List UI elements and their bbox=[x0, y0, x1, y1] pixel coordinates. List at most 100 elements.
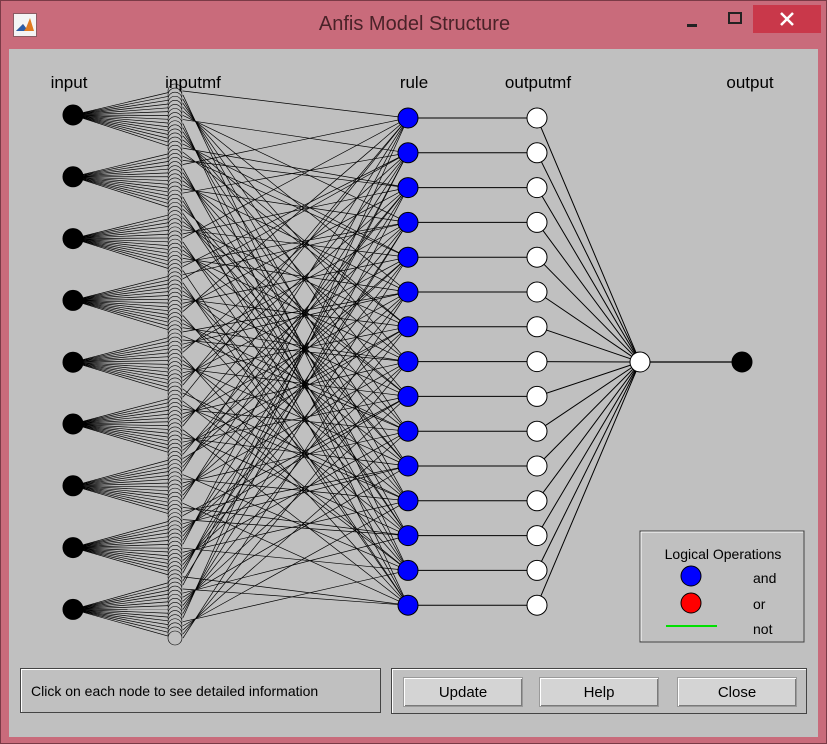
legend-or-marker bbox=[680, 592, 702, 614]
edge-mf-rule bbox=[182, 180, 409, 362]
edge-mf-rule bbox=[182, 117, 409, 471]
outputmf-node[interactable] bbox=[526, 385, 548, 407]
rule-node[interactable] bbox=[397, 351, 419, 373]
rule-node[interactable] bbox=[397, 177, 419, 199]
rule-node[interactable] bbox=[397, 385, 419, 407]
input-node[interactable] bbox=[62, 598, 84, 620]
edge-mf-rule bbox=[182, 326, 409, 533]
title-bar[interactable]: Anfis Model Structure bbox=[1, 1, 827, 49]
input-node[interactable] bbox=[62, 475, 84, 497]
edge-mf-rule bbox=[182, 256, 409, 304]
edge-input-mf bbox=[72, 278, 176, 301]
input-node[interactable] bbox=[62, 351, 84, 373]
client-area: input inputmf rule outputmf output Logic… bbox=[9, 49, 818, 737]
edge-mf-rule bbox=[182, 570, 409, 623]
edge-input-mf bbox=[72, 286, 176, 301]
rule-node[interactable] bbox=[397, 594, 419, 616]
edge-mf-rule bbox=[182, 326, 409, 374]
edge-mf-rule bbox=[182, 222, 409, 569]
rule-node[interactable] bbox=[397, 281, 419, 303]
input-node[interactable] bbox=[62, 289, 84, 311]
rule-node[interactable] bbox=[397, 316, 419, 338]
input-node[interactable] bbox=[62, 104, 84, 126]
edge-input-mf bbox=[72, 160, 176, 178]
legend-or-label: or bbox=[753, 596, 766, 612]
edge-input-mf bbox=[72, 347, 176, 363]
layer-label-input: input bbox=[51, 73, 88, 92]
edge-mf-rule bbox=[182, 115, 409, 223]
minimize-button[interactable] bbox=[671, 5, 711, 33]
input-node[interactable] bbox=[62, 166, 84, 188]
rule-node[interactable] bbox=[397, 559, 419, 581]
help-button[interactable]: Help bbox=[539, 677, 659, 707]
edge-input-mf bbox=[72, 423, 176, 439]
edge-input-mf bbox=[72, 114, 176, 149]
edge-input-mf bbox=[72, 300, 176, 329]
outputmf-node[interactable] bbox=[526, 559, 548, 581]
edge-input-mf bbox=[72, 168, 176, 178]
maximize-button[interactable] bbox=[715, 5, 755, 33]
edge-input-mf bbox=[72, 274, 176, 301]
aggregate-node[interactable] bbox=[629, 351, 651, 373]
layer-label-output: output bbox=[726, 73, 774, 92]
input-node[interactable] bbox=[62, 413, 84, 435]
outputmf-node[interactable] bbox=[526, 316, 548, 338]
outputmf-node[interactable] bbox=[526, 281, 548, 303]
window-close-button[interactable] bbox=[753, 5, 821, 33]
edge-mf-rule bbox=[182, 547, 409, 571]
rule-node[interactable] bbox=[397, 490, 419, 512]
close-button[interactable]: Close bbox=[677, 677, 797, 707]
edge-input-mf bbox=[72, 547, 176, 561]
edge-input-mf bbox=[72, 485, 176, 512]
edge-input-mf bbox=[72, 361, 176, 390]
edge-outputmf-aggregate bbox=[536, 361, 641, 467]
inputmf-node[interactable] bbox=[167, 630, 183, 646]
input-node[interactable] bbox=[62, 228, 84, 250]
edge-input-mf bbox=[72, 176, 176, 194]
edge-mf-rule bbox=[182, 465, 409, 525]
rule-node[interactable] bbox=[397, 142, 419, 164]
outputmf-node[interactable] bbox=[526, 246, 548, 268]
output-node[interactable] bbox=[731, 351, 753, 373]
edge-mf-rule bbox=[182, 90, 409, 119]
outputmf-node[interactable] bbox=[526, 177, 548, 199]
outputmf-node[interactable] bbox=[526, 420, 548, 442]
edge-input-mf bbox=[72, 300, 176, 333]
edge-outputmf-aggregate bbox=[536, 361, 641, 606]
edge-mf-rule bbox=[182, 160, 409, 188]
legend-and-label: and bbox=[753, 570, 776, 586]
rule-node[interactable] bbox=[397, 246, 419, 268]
layer-label-outputmf: outputmf bbox=[505, 73, 571, 92]
outputmf-node[interactable] bbox=[526, 211, 548, 233]
edge-mf-rule bbox=[182, 291, 409, 639]
rule-node[interactable] bbox=[397, 420, 419, 442]
rule-node[interactable] bbox=[397, 455, 419, 477]
edge-input-mf bbox=[72, 361, 176, 394]
edge-outputmf-aggregate bbox=[536, 361, 641, 397]
edge-input-mf bbox=[72, 238, 176, 271]
input-node[interactable] bbox=[62, 537, 84, 559]
outputmf-node[interactable] bbox=[526, 107, 548, 129]
outputmf-node[interactable] bbox=[526, 351, 548, 373]
outputmf-node[interactable] bbox=[526, 490, 548, 512]
edge-mf-rule bbox=[182, 172, 409, 501]
outputmf-node[interactable] bbox=[526, 142, 548, 164]
edge-mf-rule bbox=[182, 229, 409, 258]
rule-node[interactable] bbox=[397, 107, 419, 129]
edge-input-mf bbox=[72, 225, 176, 239]
edge-outputmf-aggregate bbox=[536, 117, 641, 363]
edge-input-mf bbox=[72, 519, 176, 548]
edge-input-mf bbox=[72, 229, 176, 239]
logical-operations-legend: Logical Operations and or not bbox=[639, 530, 805, 643]
outputmf-node[interactable] bbox=[526, 525, 548, 547]
outputmf-node[interactable] bbox=[526, 455, 548, 477]
edge-mf-rule bbox=[182, 187, 409, 235]
edge-input-mf bbox=[72, 176, 176, 210]
update-button[interactable]: Update bbox=[403, 677, 523, 707]
edge-outputmf-aggregate bbox=[536, 361, 641, 432]
rule-node[interactable] bbox=[397, 211, 419, 233]
status-text: Click on each node to see detailed infor… bbox=[31, 683, 319, 699]
outputmf-node[interactable] bbox=[526, 594, 548, 616]
close-icon bbox=[780, 12, 794, 26]
rule-node[interactable] bbox=[397, 525, 419, 547]
